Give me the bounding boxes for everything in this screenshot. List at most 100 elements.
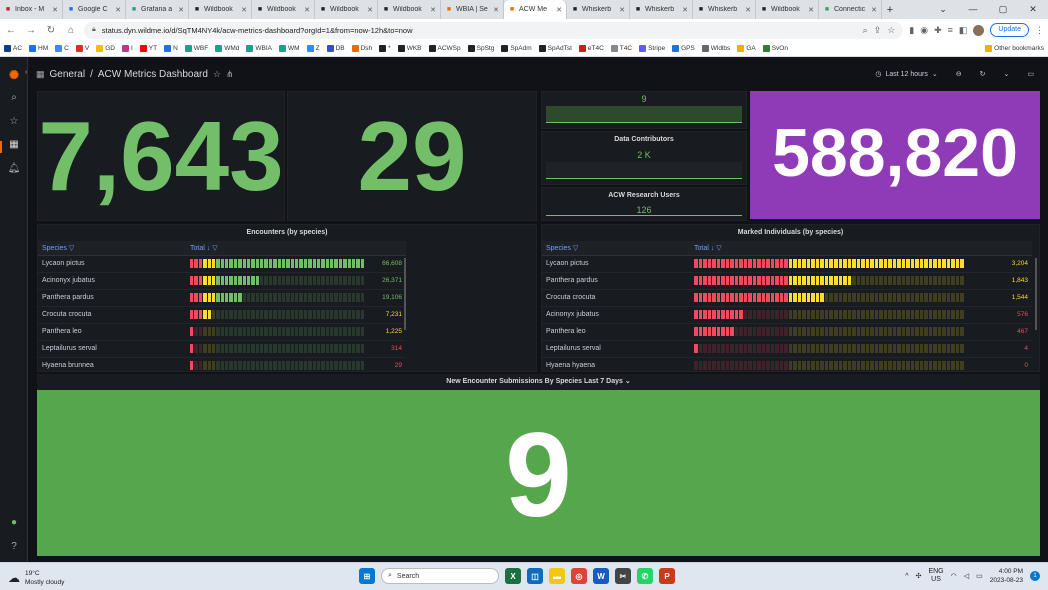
new-submissions-panel[interactable]: 9 [37,390,1040,556]
bookmark-item[interactable]: GD [96,45,115,52]
browser-tab[interactable]: ■ Whiskerb ✕ [693,0,756,19]
bookmark-star-icon[interactable]: ☆ [887,25,895,36]
bookmark-item[interactable]: T4C [610,45,632,52]
update-button[interactable]: Update [990,23,1029,37]
tab-search-icon[interactable]: ⌄ [928,0,958,19]
browser-tab[interactable]: ■ WBIA | Se ✕ [441,0,504,19]
filter-icon[interactable]: ▽ [69,245,74,252]
bookmark-item[interactable]: SvOn [762,45,788,52]
chrome-icon[interactable]: ◎ [571,568,587,584]
tab-close-icon[interactable]: ✕ [178,6,184,14]
notification-icon[interactable]: 1 [1030,571,1040,581]
home-icon[interactable]: ⌂ [64,25,78,36]
tab-close-icon[interactable]: ✕ [619,6,625,14]
browser-tab[interactable]: ■ Whiskerb ✕ [567,0,630,19]
table-row[interactable]: Acinonyx jubatus 26,371 [38,272,406,290]
menu-kebab-icon[interactable]: ⋮ [1035,25,1044,36]
share-icon[interactable]: ⋔ [226,69,234,80]
browser-tab[interactable]: ■ Wildbook ✕ [378,0,441,19]
browser-tab[interactable]: ■ ACW Me ✕ [504,0,567,19]
bookmark-item[interactable]: WBF [184,45,208,52]
wifi-icon[interactable]: ◠ [951,572,957,580]
table-row[interactable]: Leptailurus serval 314 [38,340,406,358]
tv-mode-icon[interactable]: ▭ [1021,65,1040,83]
search-icon[interactable]: ⌕ [7,92,21,106]
bookmark-item[interactable]: ACWSp [428,45,461,52]
reload-icon[interactable]: ↻ [44,25,58,36]
browser-tab[interactable]: ■ Wildbook ✕ [252,0,315,19]
table-row[interactable]: Leptailurus serval 4 [542,340,1032,358]
tab-close-icon[interactable]: ✕ [430,6,436,14]
bookmark-item[interactable]: * [379,45,391,52]
tab-close-icon[interactable]: ✕ [682,6,688,14]
tab-close-icon[interactable]: ✕ [871,6,877,14]
tab-close-icon[interactable]: ✕ [493,6,499,14]
browser-tab[interactable]: ■ Wildbook ✕ [756,0,819,19]
whatsapp-icon[interactable]: ✆ [637,568,653,584]
refresh-icon[interactable]: ↻ [974,65,992,83]
tab-close-icon[interactable]: ✕ [745,6,751,14]
browser-tab[interactable]: ■ Wildbook ✕ [189,0,252,19]
reading-list-icon[interactable]: ≡ [948,25,953,35]
research-users-panel[interactable]: ACW Research Users 126 [541,187,747,221]
filter-icon[interactable]: ▽ [716,245,721,252]
back-arrow-icon[interactable]: ← [4,25,18,36]
snipping-tool-icon[interactable]: ✂ [615,568,631,584]
table-row[interactable]: Hyaena brunnea 29 [38,357,406,371]
filter-icon[interactable]: ▽ [212,245,217,252]
table-row[interactable]: Crocuta crocuta 1,544 [542,289,1032,307]
scrollbar[interactable] [1035,258,1037,330]
extensions-puzzle-icon[interactable]: ✚ [934,25,942,36]
close-window-button[interactable]: ✕ [1018,0,1048,19]
bookmark-item[interactable]: Wldlbs [701,45,730,52]
browser-tab[interactable]: ■ Inbox - M ✕ [0,0,63,19]
bookmark-item[interactable]: Stripe [639,45,665,52]
share-icon[interactable]: ⇪ [874,25,882,36]
url-text[interactable]: status.dyn.wildme.io/d/SqTM4NY4k/acw-met… [102,26,857,35]
help-icon[interactable]: ? [7,541,21,555]
extension-trash-icon[interactable]: ▮ [909,25,914,36]
powerpoint-icon[interactable]: P [659,568,675,584]
bookmark-item[interactable]: WM [279,45,300,52]
tab-close-icon[interactable]: ✕ [556,6,562,14]
table-row[interactable]: Acinonyx jubatus 576 [542,306,1032,324]
breadcrumb-folder[interactable]: General [50,69,86,80]
small-stat-panel[interactable]: 9 [541,91,747,129]
starred-icon[interactable]: ☆ [7,116,21,130]
grafana-logo-icon[interactable]: ✺ [7,68,21,82]
weather-widget[interactable]: ☁ 19°C Mostly cloudy [8,569,64,587]
time-picker[interactable]: ◷ Last 12 hours ⌄ [869,65,943,83]
browser-tab[interactable]: ■ Grafana a ✕ [126,0,189,19]
bookmark-item[interactable]: SpAdm [501,45,532,52]
table-row[interactable]: Lycaon pictus 66,608 [38,255,406,273]
tab-close-icon[interactable]: ✕ [367,6,373,14]
taskbar-search[interactable]: ⌕ Search [381,568,499,584]
bookmark-item[interactable]: GPS [672,45,695,52]
table-row[interactable]: Panthera pardus 1,843 [542,272,1032,290]
dashboards-grid-icon[interactable]: ▦ [7,139,21,153]
bookmark-item[interactable]: Z [306,45,320,52]
tab-close-icon[interactable]: ✕ [808,6,814,14]
table-row[interactable]: Hyaena hyaena 0 [542,357,1032,371]
alerting-bell-icon[interactable]: 🔔︎ [7,163,21,177]
filter-icon[interactable]: ▽ [573,245,578,252]
marked-individuals-panel[interactable]: Marked Individuals (by species) Species … [541,224,1040,372]
bookmark-item[interactable]: Dsh [351,45,372,52]
profile-avatar[interactable] [973,24,985,36]
file-explorer-icon[interactable]: ▬ [549,568,565,584]
bookmark-item[interactable]: AC [4,45,22,52]
bookmark-item[interactable]: DB [326,45,345,52]
clock[interactable]: 4:00 PM 2023-08-23 [990,567,1023,585]
word-icon[interactable]: W [593,568,609,584]
other-bookmarks[interactable]: Other bookmarks [985,45,1044,52]
zoom-out-icon[interactable]: ⊖ [950,65,968,83]
browser-tab[interactable]: ■ Google C ✕ [63,0,126,19]
chevron-up-icon[interactable]: ^ [905,573,908,580]
maximize-button[interactable]: ▢ [988,0,1018,19]
bookmark-item[interactable]: I [121,45,133,52]
browser-tab[interactable]: ■ Wildbook ✕ [315,0,378,19]
scrollbar[interactable] [404,258,406,330]
encounters-panel[interactable]: Encounters (by species) Species ▽ Total … [37,224,537,372]
browser-tab[interactable]: ■ Whiskerb ✕ [630,0,693,19]
bookmark-item[interactable]: WKB [397,45,422,52]
